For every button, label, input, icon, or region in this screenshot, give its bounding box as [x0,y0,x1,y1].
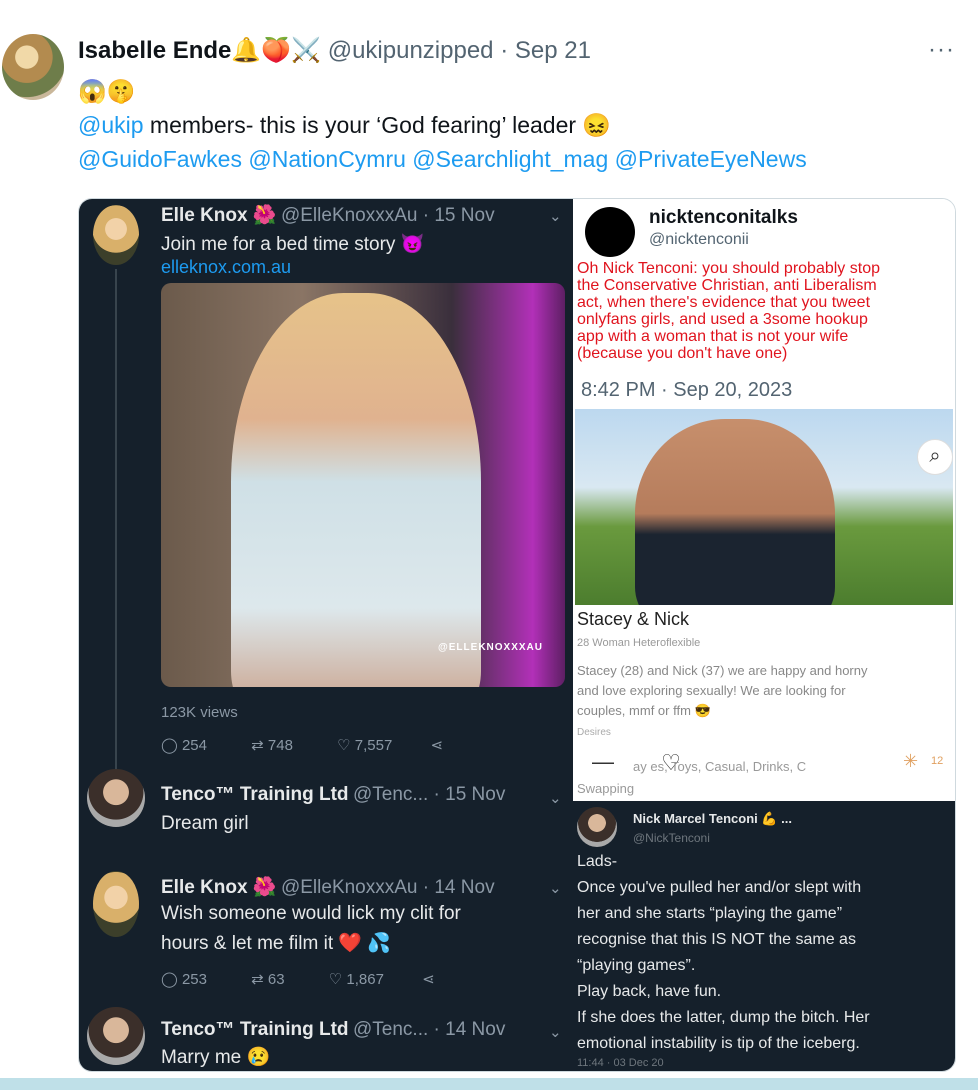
red-line: the Conservative Christian, anti Liberal… [577,277,877,294]
nick-line: Once you've pulled her and/or slept with [577,879,862,896]
heart-icon: ♡ [337,737,351,754]
search-icon[interactable]: ⌕ [917,439,953,475]
tweet-text-line-1: 😱🤫 [78,78,136,104]
profile-tags: ay es, Toys, Casual, Drinks, C [633,759,807,774]
mentions-line[interactable]: @GuidoFawkes @NationCymru @Searchlight_m… [78,146,807,173]
thread-line [115,269,117,769]
reply-icon: ◯ [161,971,178,988]
retweet-icon: ⇄ [251,737,264,754]
sparkle-icon: ✳ [903,751,919,771]
nick-timestamp: 11:44 · 03 Dec 20 [577,1057,664,1069]
elle-avatar [93,205,139,265]
nick-line: emotional instability is tip of the iceb… [577,1035,860,1052]
chevron-down-icon: ⌄ [549,208,562,225]
tenco-avatar [87,769,145,827]
tweet-header: Isabelle Ende🔔🍑⚔️ @ukipunzipped · Sep 21 [78,36,591,65]
t3-header: Elle Knox 🌺 @ElleKnoxxxAu · 14 Nov [161,875,495,899]
t3-text-2: hours & let me film it ❤️ 💦 [161,933,391,954]
nick-line: recognise that this IS NOT the same as [577,931,856,948]
chevron-down-icon: ⌄ [549,1024,562,1041]
t3-name: Elle Knox 🌺 [161,877,277,898]
nicktenconitalks-avatar [585,207,635,257]
photo-watermark: @ELLEKNOXXXAU [438,642,543,653]
retweet-icon: ⇄ [251,971,264,988]
profile-subtitle: 28 Woman Heteroflexible [577,637,701,649]
t2-name: Tenco™ Training Ltd [161,784,349,805]
more-options-icon[interactable]: ··· [928,36,955,64]
t4-handle: @Tenc... · 14 Nov [353,1019,506,1040]
t3-text-1: Wish someone would lick my clit for [161,903,461,924]
author-handle-time[interactable]: @ukipunzipped · Sep 21 [328,37,591,64]
t2-text: Dream girl [161,813,249,834]
red-line: act, when there's evidence that you twee… [577,294,871,311]
profile-count: 12 [931,755,944,767]
t3-stats: ◯ 253 ⇄ 63 ♡ 1,867 ⋖ [161,971,435,988]
red-line: Oh Nick Tenconi: you should probably sto… [577,260,880,277]
profile-desc-line: and love exploring sexually! We are look… [577,683,846,698]
t1-stats: ◯ 254 ⇄ 748 ♡ 7,557 ⋖ [161,737,444,754]
profile-desc-line: Stacey (28) and Nick (37) we are happy a… [577,663,868,678]
profile-photo [575,409,953,605]
t1-name: Elle Knox 🌺 [161,205,277,226]
photo-figure [231,293,481,687]
share-icon: ⋖ [430,737,444,754]
t1-link: elleknox.com.au [161,257,292,277]
t4-name: Tenco™ Training Ltd [161,1019,349,1040]
red-line: onlyfans girls, and used a 3some hookup [577,311,868,328]
nick-line: Play back, have fun. [577,983,722,1000]
t4-header: Tenco™ Training Ltd @Tenc... · 14 Nov [161,1019,505,1041]
t1-handle: @ElleKnoxxxAu · 15 Nov [280,205,495,226]
elle-avatar [93,871,139,937]
nick-line: “playing games”. [577,957,696,974]
author-avatar[interactable] [2,34,64,100]
nick-handle: @NickTenconi [633,831,710,845]
nick-tweet-panel: Nick Marcel Tenconi 💪 ... @NickTenconi L… [573,801,955,1071]
minus-button[interactable]: — [583,743,623,783]
tweet-card: Isabelle Ende🔔🍑⚔️ @ukipunzipped · Sep 21… [0,0,978,1090]
right-screenshot: nicktenconitalks @nicktenconii Oh Nick T… [573,199,955,1071]
nick-avatar [577,807,617,847]
nick-line: If she does the latter, dump the bitch. … [577,1009,870,1026]
left-screenshot: Elle Knox 🌺 @ElleKnoxxxAu · 15 Nov ⌄ Joi… [79,199,573,1071]
right-name: nicktenconitalks [649,207,798,228]
t1-views: 123K views [161,704,238,721]
t1-header: Elle Knox 🌺 @ElleKnoxxxAu · 15 Nov [161,203,495,227]
t2-header: Tenco™ Training Ltd @Tenc... · 15 Nov [161,784,505,806]
lingerie-photo: @ELLEKNOXXXAU [161,283,565,687]
nick-line: Lads- [577,853,618,870]
profile-desc-line: couples, mmf or ffm 😎 [577,703,711,718]
t3-handle: @ElleKnoxxxAu · 14 Nov [280,877,495,898]
chevron-down-icon: ⌄ [549,880,562,897]
profile-title: Stacey & Nick [577,609,690,629]
nick-name: Nick Marcel Tenconi 💪 ... [633,811,792,826]
red-line: (because you don't have one) [577,345,788,362]
tweet-text: members- this is your ‘God fearing’ lead… [143,112,612,138]
attached-image[interactable]: Elle Knox 🌺 @ElleKnoxxxAu · 15 Nov ⌄ Joi… [78,198,956,1072]
t1-text: Join me for a bed time story 😈 [161,234,425,255]
desires-label: Desires [577,727,611,738]
tweet-text-line-2: @ukip members- this is your ‘God fearing… [78,112,611,139]
reply-icon: ◯ [161,737,178,754]
author-name[interactable]: Isabelle Ende🔔🍑⚔️ [78,37,321,64]
heart-icon: ♡ [328,971,343,988]
chevron-down-icon: ⌄ [549,790,562,807]
bottom-strip [0,1078,978,1090]
tenco-avatar [87,1007,145,1065]
mention-link[interactable]: @ukip [78,112,144,138]
red-line: app with a woman that is not your wife [577,328,849,345]
swapping-label: Swapping [577,781,635,796]
photo-figure [635,419,835,605]
t4-text: Marry me 😢 [161,1047,271,1068]
t2-handle: @Tenc... · 15 Nov [353,784,506,805]
share-icon: ⋖ [422,971,435,988]
right-handle: @nicktenconii [649,231,749,248]
right-timestamp: 8:42 PM · Sep 20, 2023 [581,379,793,401]
nick-line: her and she starts “playing the game” [577,905,843,922]
